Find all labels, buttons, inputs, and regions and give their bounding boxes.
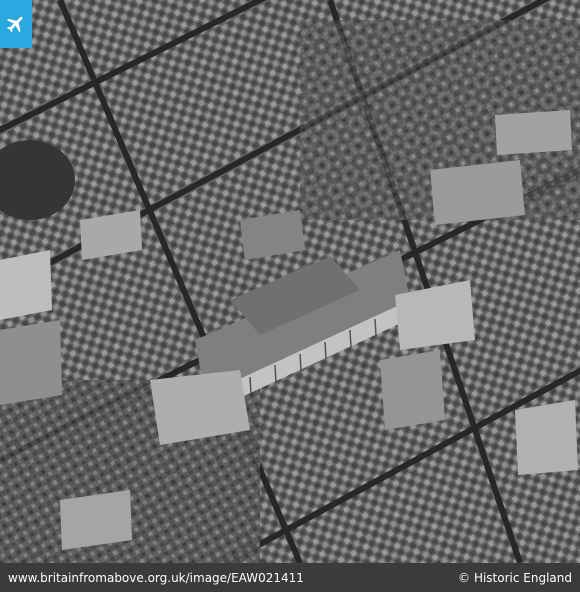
image-url-link[interactable]: www.britainfromabove.org.uk/image/EAW021… xyxy=(8,571,304,585)
copyright-symbol: © xyxy=(457,570,470,585)
airplane-icon xyxy=(6,16,23,33)
aerial-photo xyxy=(0,0,580,563)
credit-text: Historic England xyxy=(473,570,572,585)
britain-from-above-badge[interactable] xyxy=(0,0,32,48)
copyright-credit: © Historic England xyxy=(458,571,572,585)
image-viewer: www.britainfromabove.org.uk/image/EAW021… xyxy=(0,0,580,592)
footer-bar: www.britainfromabove.org.uk/image/EAW021… xyxy=(0,563,580,592)
